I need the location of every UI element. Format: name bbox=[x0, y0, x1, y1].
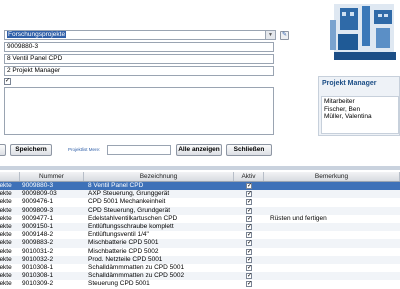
aktiv-checkbox[interactable]: ✓ bbox=[246, 281, 252, 288]
aktiv-checkbox[interactable]: ✓ bbox=[246, 240, 252, 247]
table-row[interactable]: jekte 9010309-2 Steuerung CPD 5001 ✓ bbox=[0, 280, 400, 288]
aktiv-checkbox[interactable]: ✓ bbox=[246, 183, 252, 189]
show-all-button[interactable]: Alle anzeigen bbox=[176, 144, 222, 156]
row-prefix: jekte bbox=[0, 272, 12, 280]
row-number: 9009809-03 bbox=[22, 190, 57, 198]
table-header: Nummer Bezeichnung Aktiv Bemerkung bbox=[0, 172, 400, 182]
row-number: 9009148-2 bbox=[22, 231, 54, 239]
row-number: 9009477-1 bbox=[22, 214, 54, 222]
aktiv-checkbox[interactable]: ✓ bbox=[246, 265, 252, 271]
header-prefix bbox=[0, 172, 20, 181]
table-row[interactable]: jekte 9009477-1 Edelstahlventilkartuschen … bbox=[0, 215, 400, 223]
row-bezeichnung: Steuerung CPD 5001 bbox=[88, 280, 150, 288]
row-number: 9010308-1 bbox=[22, 272, 54, 280]
header-bemerkung[interactable]: Bemerkung bbox=[264, 172, 400, 181]
row-prefix: jekte bbox=[0, 182, 12, 189]
forschungsprojekte-select[interactable]: Forschungsprojekte ▼ bbox=[4, 30, 276, 40]
row-prefix: jekte bbox=[0, 214, 12, 222]
close-button[interactable]: Schließen bbox=[226, 144, 272, 156]
aktiv-checkbox[interactable]: ✓ bbox=[246, 191, 252, 198]
aktiv-checkbox[interactable]: ✓ bbox=[246, 215, 252, 222]
pencil-icon: ✎ bbox=[281, 32, 288, 38]
row-prefix: jekte bbox=[0, 198, 12, 206]
row-number: 9009809-3 bbox=[22, 206, 54, 214]
mitarbeiter-list: Mitarbeiter Fischer, Ben Müller, Valenti… bbox=[321, 96, 399, 134]
row-bezeichnung: Mischbatterie CPD 5002 bbox=[88, 247, 159, 255]
row-bezeichnung: Schalldämmmatten zu CPD 5001 bbox=[88, 264, 185, 271]
filter-input[interactable] bbox=[107, 145, 171, 155]
table-row[interactable]: jekte 9010031-2 Mischbatterie CPD 5002 ✓ bbox=[0, 248, 400, 256]
row-bezeichnung: Schalldämmmatten zu CPD 5002 bbox=[88, 272, 185, 280]
save-button[interactable]: Speichern bbox=[10, 144, 52, 156]
row-number: 9009883-2 bbox=[22, 239, 54, 247]
project-number-field[interactable]: 9009880-3 bbox=[4, 42, 274, 52]
row-bezeichnung: Entlüftungsventil 1/4" bbox=[88, 231, 149, 239]
table-row[interactable]: jekte 9009883-2 Mischbatterie CPD 5001 ✓ bbox=[0, 239, 400, 248]
list-item[interactable]: Fischer, Ben bbox=[322, 106, 398, 113]
row-bezeichnung: Entlüftungsschraube komplett bbox=[88, 223, 174, 230]
grid-separator bbox=[0, 166, 400, 170]
row-prefix: jekte bbox=[0, 239, 12, 247]
row-bezeichnung: CPD 5001 Mechankeinheit bbox=[88, 198, 166, 206]
row-prefix: jekte bbox=[0, 280, 12, 288]
row-prefix: jekte bbox=[0, 223, 12, 230]
row-number: 9009880-3 bbox=[22, 182, 54, 189]
row-prefix: jekte bbox=[0, 247, 12, 255]
projects-table: Nummer Bezeichnung Aktiv Bemerkung jekte… bbox=[0, 172, 400, 288]
list-item[interactable]: Müller, Valentina bbox=[322, 113, 398, 120]
row-number: 9010032-2 bbox=[22, 255, 54, 263]
row-bezeichnung: AXP Steuerung, Grunggerät bbox=[88, 190, 170, 198]
forschungsprojekte-value: Forschungsprojekte bbox=[7, 31, 67, 38]
table-row[interactable]: jekte 9009809-3 CPD Steuerung, Grundgerät ✓ bbox=[0, 206, 400, 215]
description-field[interactable]: 8 Ventil Panel CPD bbox=[4, 54, 274, 64]
table-row[interactable]: jekte 9009880-3 8 Ventil Panel CPD ✓ bbox=[0, 182, 400, 191]
table-row[interactable]: jekte 9010308-1 Schalldämmmatten zu CPD 50… bbox=[0, 264, 400, 272]
status-field[interactable]: 2 Projekt Manager bbox=[4, 66, 274, 76]
row-bemerkung: Rüsten und fertigen bbox=[270, 214, 327, 222]
machine-illustration bbox=[330, 4, 396, 60]
header-bezeichnung[interactable]: Bezeichnung bbox=[84, 172, 234, 181]
row-number: 9010031-2 bbox=[22, 247, 54, 255]
row-number: 9009150-1 bbox=[22, 223, 54, 230]
active-checkbox[interactable]: ✓ bbox=[4, 78, 11, 85]
header-nummer[interactable]: Nummer bbox=[20, 172, 84, 181]
row-prefix: jekte bbox=[0, 206, 12, 214]
edit-button[interactable]: ✎ bbox=[280, 31, 289, 40]
mitarbeiter-header: Mitarbeiter bbox=[324, 98, 355, 105]
aktiv-checkbox[interactable]: ✓ bbox=[246, 224, 252, 230]
row-prefix: jekte bbox=[0, 264, 12, 271]
row-prefix: jekte bbox=[0, 231, 12, 239]
header-aktiv[interactable]: Aktiv bbox=[234, 172, 264, 181]
aktiv-checkbox[interactable]: ✓ bbox=[246, 199, 252, 206]
row-bezeichnung: Prod. Netzteile CPD 5001 bbox=[88, 255, 163, 263]
row-bezeichnung: Mischbatterie CPD 5001 bbox=[88, 239, 159, 247]
row-bezeichnung: Edelstahlventilkartuschen CPD bbox=[88, 214, 178, 222]
row-bezeichnung: CPD Steuerung, Grundgerät bbox=[88, 206, 171, 214]
left-edge-button[interactable] bbox=[0, 144, 6, 156]
table-row[interactable]: jekte 9010308-1 Schalldämmmatten zu CPD 50… bbox=[0, 272, 400, 281]
aktiv-checkbox[interactable]: ✓ bbox=[246, 248, 252, 255]
projekt-manager-panel: Projekt Manager Mitarbeiter Fischer, Ben… bbox=[318, 76, 400, 136]
row-prefix: jekte bbox=[0, 190, 12, 198]
aktiv-checkbox[interactable]: ✓ bbox=[246, 256, 252, 263]
row-number: 9010309-2 bbox=[22, 280, 54, 288]
row-number: 9009476-1 bbox=[22, 198, 54, 206]
aktiv-checkbox[interactable]: ✓ bbox=[246, 232, 252, 239]
table-row[interactable]: jekte 9009809-03 AXP Steuerung, Grunggerät… bbox=[0, 190, 400, 199]
table-row[interactable]: jekte 9010032-2 Prod. Netzteile CPD 5001 ✓ bbox=[0, 255, 400, 264]
table-row[interactable]: jekte 9009150-1 Entlüftungsschraube komple… bbox=[0, 223, 400, 232]
row-number: 9010308-1 bbox=[22, 264, 54, 271]
table-row[interactable]: jekte 9009476-1 CPD 5001 Mechankeinheit ✓ bbox=[0, 198, 400, 206]
panel-title: Projekt Manager bbox=[322, 80, 377, 87]
filter-label: Projektlist Mere: bbox=[68, 147, 101, 152]
aktiv-checkbox[interactable]: ✓ bbox=[246, 273, 252, 280]
chevron-down-icon[interactable]: ▼ bbox=[265, 31, 275, 39]
table-row[interactable]: jekte 9009148-2 Entlüftungsventil 1/4" ✓ bbox=[0, 231, 400, 239]
notes-textarea[interactable] bbox=[4, 87, 274, 135]
row-bezeichnung: 8 Ventil Panel CPD bbox=[88, 182, 144, 189]
row-prefix: jekte bbox=[0, 255, 12, 263]
aktiv-checkbox[interactable]: ✓ bbox=[246, 207, 252, 214]
